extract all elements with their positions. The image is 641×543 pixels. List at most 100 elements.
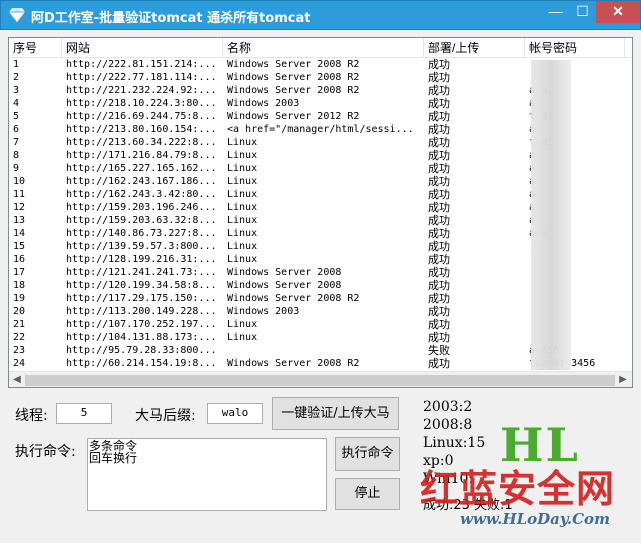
- cell-seq: 10: [13, 176, 26, 187]
- cell-url: http://117.29.175.150:...: [66, 293, 217, 304]
- cell-name: Linux: [227, 241, 258, 252]
- cell-deploy: 成功: [428, 71, 450, 84]
- cell-url: http://139.59.57.3:800...: [66, 241, 217, 252]
- cell-url: http://128.199.216.31:...: [66, 254, 217, 265]
- cell-deploy: 成功: [428, 175, 450, 188]
- cell-url: http://95.79.28.33:800...: [66, 345, 217, 356]
- column-header-seq[interactable]: 序号: [9, 38, 62, 58]
- verify-upload-button[interactable]: 一键验证/上传大马: [272, 397, 399, 430]
- cell-deploy: 成功: [428, 97, 450, 110]
- cell-deploy: 成功: [428, 279, 450, 292]
- cell-seq: 15: [13, 241, 26, 252]
- maximize-button[interactable]: ☐: [569, 1, 596, 23]
- cell-name: Windows Server 2008 R2: [227, 358, 360, 369]
- cell-deploy: 失败: [428, 344, 450, 357]
- cell-name: Windows Server 2008 R2: [227, 85, 360, 96]
- cell-url: http://165.227.165.162...: [66, 163, 217, 174]
- cell-name: Linux: [227, 150, 258, 161]
- title-bar: 阿D工作室-批量验证tomcat 通杀所有tomcat — ☐ ✕: [0, 0, 641, 30]
- cell-name: Windows Server 2008 R2: [227, 293, 360, 304]
- cell-seq: 23: [13, 345, 26, 356]
- cell-deploy: 成功: [428, 162, 450, 175]
- cell-deploy: 成功: [428, 214, 450, 227]
- column-header-account[interactable]: 帐号密码: [525, 38, 625, 58]
- cell-name: <a href="/manager/html/sessi...: [227, 124, 414, 135]
- scrollbar-thumb[interactable]: [25, 375, 615, 386]
- cell-name: Linux: [227, 215, 258, 226]
- cell-seq: 11: [13, 189, 26, 200]
- cell-url: http://121.241.241.73:...: [66, 267, 217, 278]
- stop-button[interactable]: 停止: [335, 478, 400, 510]
- cell-url: http://113.200.149.228...: [66, 306, 217, 317]
- cell-seq: 17: [13, 267, 26, 278]
- scroll-left-icon[interactable]: ◀: [10, 374, 24, 386]
- minimize-button[interactable]: —: [542, 1, 569, 23]
- cell-name: Windows Server 2008: [227, 280, 342, 291]
- cell-url: http://140.86.73.227:8...: [66, 228, 217, 239]
- cell-seq: 20: [13, 306, 26, 317]
- cell-url: http://213.80.160.154:...: [66, 124, 217, 135]
- cell-url: http://222.77.181.114:...: [66, 72, 217, 83]
- cell-name: Linux: [227, 332, 258, 343]
- cell-name: Linux: [227, 176, 258, 187]
- cell-deploy: 成功: [428, 266, 450, 279]
- redaction-blur: [531, 60, 571, 370]
- cell-deploy: 成功: [428, 149, 450, 162]
- cell-name: Windows Server 2008 R2: [227, 72, 360, 83]
- cell-deploy: 成功: [428, 305, 450, 318]
- cell-url: http://171.216.84.79:8...: [66, 150, 217, 161]
- cell-name: Windows Server 2012 R2: [227, 111, 360, 122]
- column-header-name[interactable]: 名称: [223, 38, 424, 58]
- results-listview[interactable]: 序号 网站 名称 部署/上传 帐号密码 1 http://222.81.151.2…: [8, 37, 633, 388]
- cell-seq: 7: [13, 137, 20, 148]
- watermark-url: www.HLoDay.Com: [460, 510, 610, 528]
- watermark-site-name: 红蓝安全网: [420, 467, 616, 511]
- cell-url: http://159.203.63.32:8...: [66, 215, 217, 226]
- stat-line: 2003:2: [423, 399, 473, 415]
- suffix-label: 大马后缀:: [135, 408, 196, 424]
- cell-seq: 18: [13, 280, 26, 291]
- cell-url: http://107.170.252.197...: [66, 319, 217, 330]
- cell-seq: 13: [13, 215, 26, 226]
- cell-deploy: 成功: [428, 292, 450, 305]
- command-line: 回车换行: [89, 451, 138, 465]
- cell-seq: 22: [13, 332, 26, 343]
- cell-deploy: 成功: [428, 188, 450, 201]
- cell-deploy: 成功: [428, 253, 450, 266]
- cell-name: Linux: [227, 319, 258, 330]
- threads-label: 线程:: [15, 408, 48, 424]
- column-header-deploy[interactable]: 部署/上传: [424, 38, 525, 58]
- watermark-logo: HL 红蓝安全网 www.HLoDay.Com: [420, 418, 640, 540]
- exec-command-button[interactable]: 执行命令: [335, 437, 400, 471]
- cell-seq: 19: [13, 293, 26, 304]
- cell-url: http://222.81.151.214:...: [66, 59, 217, 70]
- threads-input[interactable]: 5: [56, 403, 112, 424]
- cell-deploy: 成功: [428, 84, 450, 97]
- column-header-url[interactable]: 网站: [62, 38, 223, 58]
- cell-url: http://162.243.167.186...: [66, 176, 217, 187]
- cell-seq: 3: [13, 85, 20, 96]
- cell-name: Linux: [227, 202, 258, 213]
- cell-url: http://60.214.154.19:8...: [66, 358, 217, 369]
- cell-name: Windows Server 2008: [227, 267, 342, 278]
- cell-name: Linux: [227, 137, 258, 148]
- cell-url: http://218.10.224.3:80...: [66, 98, 217, 109]
- cell-url: http://213.60.34.222:8...: [66, 137, 217, 148]
- cell-seq: 24: [13, 358, 26, 369]
- suffix-input[interactable]: walo: [207, 403, 263, 424]
- cell-url: http://221.232.224.92:...: [66, 85, 217, 96]
- exec-command-label: 执行命令:: [15, 444, 76, 460]
- cell-deploy: 成功: [428, 240, 450, 253]
- scroll-right-icon[interactable]: ▶: [616, 374, 630, 386]
- cell-name: Windows 2003: [227, 98, 300, 109]
- cell-name: Windows 2003: [227, 306, 300, 317]
- listview-header: 序号 网站 名称 部署/上传 帐号密码: [9, 38, 632, 58]
- cell-name: Windows Server 2008 R2: [227, 59, 360, 70]
- cell-seq: 6: [13, 124, 20, 135]
- horizontal-scrollbar[interactable]: ◀ ▶: [9, 371, 632, 387]
- diamond-app-icon: [9, 8, 25, 22]
- command-textarea[interactable]: 多条命令 回车换行: [87, 438, 327, 511]
- cell-url: http://162.243.3.42:80...: [66, 189, 217, 200]
- cell-seq: 1: [13, 59, 20, 70]
- close-button[interactable]: ✕: [596, 1, 640, 23]
